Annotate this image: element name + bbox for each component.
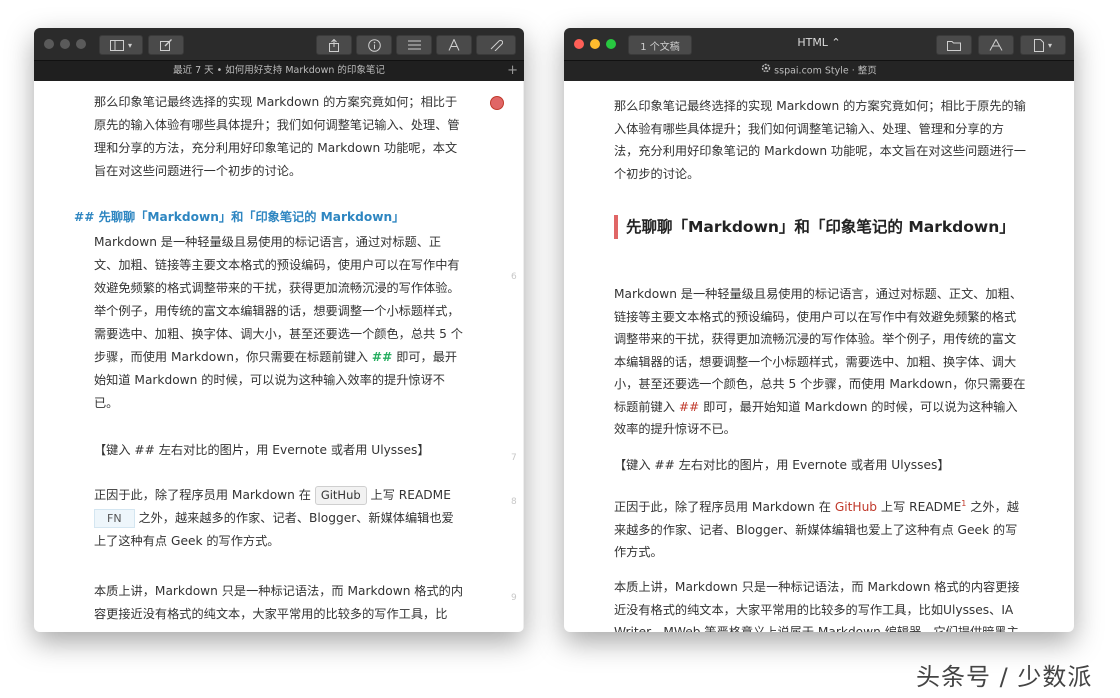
editor-paragraph-github-mid: 上写 README <box>370 488 451 502</box>
editor-window: ▾ 最近 7 天 • 如何用好支持 Markdown 的印象笔记 + 那么印象笔… <box>34 28 524 632</box>
preview-paragraph-markdown-text: Markdown 是一种轻量级且易使用的标记语言，通过对标题、正文、加粗、链接等… <box>614 287 1026 414</box>
open-folder-button[interactable] <box>936 35 972 55</box>
zoom-button[interactable] <box>606 39 616 49</box>
minimize-button[interactable] <box>60 39 70 49</box>
close-button[interactable] <box>574 39 584 49</box>
compose-icon <box>160 39 172 51</box>
window-controls <box>44 39 86 49</box>
preview-paragraph-github: 正因于此，除了程序员用 Markdown 在 GitHub 上写 README1… <box>614 493 1026 564</box>
preview-toolbar: 1 个文稿 HTML ⌃ ▾ <box>564 28 1074 60</box>
style-title: sspai.com Style · 整页 <box>774 65 877 77</box>
editor-heading: ## 先聊聊「Markdown」和「印象笔记的 Markdown」 <box>74 210 405 224</box>
editor-paragraph-github-end: 之外，越来越多的作家、记者、Blogger、新媒体编辑也爱上了这种有点 Geek… <box>94 511 454 548</box>
preview-heading: 先聊聊「Markdown」和「印象笔记的 Markdown」 <box>626 218 1015 236</box>
preview-paragraph-image-note: 【键入 ## 左右对比的图片，用 Evernote 或者用 Ulysses】 <box>614 458 950 472</box>
zoom-button[interactable] <box>76 39 86 49</box>
window-controls <box>574 39 616 49</box>
github-link[interactable]: GitHub <box>835 500 877 514</box>
sidebar-icon <box>109 39 124 51</box>
export-button[interactable]: ▾ <box>1020 35 1066 55</box>
hash-syntax: ## <box>371 350 393 364</box>
attachment-button[interactable] <box>476 35 516 55</box>
minimize-button[interactable] <box>590 39 600 49</box>
inline-code: GitHub <box>314 486 367 505</box>
markdown-editor[interactable]: 那么印象笔记最终选择的实现 Markdown 的方案究竟如何；相比于原先的输入体… <box>34 81 524 632</box>
line-number: 6 <box>511 272 517 282</box>
attachment-icon <box>489 39 503 51</box>
preview-title-bar: sspai.com Style · 整页 <box>564 60 1074 81</box>
preview-paragraph-github-mid: 上写 README <box>880 500 962 515</box>
list-button[interactable] <box>396 35 432 55</box>
editor-paragraph-github: 正因于此，除了程序员用 Markdown 在 GitHub 上写 README F… <box>94 484 464 553</box>
preview-paragraph-intro: 那么印象笔记最终选择的实现 Markdown 的方案究竟如何；相比于原先的输入体… <box>614 99 1026 181</box>
share-icon <box>328 38 340 52</box>
preview-window: 1 个文稿 HTML ⌃ ▾ sspai.com Style · 整页 那么印象… <box>564 28 1074 632</box>
folder-icon <box>947 40 961 51</box>
share-button[interactable] <box>316 35 352 55</box>
editor-paragraph-image-note: 【键入 ## 左右对比的图片，用 Evernote 或者用 Ulysses】 <box>94 443 430 457</box>
editor-paragraph-github-text: 正因于此，除了程序员用 Markdown 在 <box>94 488 311 502</box>
font-icon <box>448 39 460 51</box>
watermark: 头条号 / 少数派 <box>916 663 1093 691</box>
html-preview: 那么印象笔记最终选择的实现 Markdown 的方案究竟如何；相比于原先的输入体… <box>564 81 1074 632</box>
note-subtitle: 最近 7 天 • 如何用好支持 Markdown 的印象笔记 <box>173 65 385 76</box>
preview-paragraph-essence: 本质上讲，Markdown 只是一种标记语法，而 Markdown 格式的内容更… <box>614 580 1020 632</box>
export-icon <box>1033 38 1044 52</box>
list-icon <box>407 40 421 50</box>
gear-icon <box>761 61 771 81</box>
footnote-ref[interactable]: 1 <box>961 499 966 508</box>
editor-scrollbar[interactable] <box>523 81 524 632</box>
chevron-down-icon: ▾ <box>1047 40 1052 50</box>
documents-button[interactable]: 1 个文稿 <box>628 35 692 55</box>
compose-button[interactable] <box>148 35 184 55</box>
editor-toolbar: ▾ <box>34 28 524 60</box>
add-tab-button[interactable]: + <box>507 61 518 81</box>
info-icon <box>367 38 381 52</box>
hash-syntax: ## <box>678 399 700 414</box>
editor-paragraph-essence: 本质上讲，Markdown 只是一种标记语法，而 Markdown 格式的内容更… <box>94 584 464 621</box>
style-button[interactable] <box>978 35 1014 55</box>
preview-heading-block: 先聊聊「Markdown」和「印象笔记的 Markdown」 <box>614 215 1038 239</box>
editor-paragraph-intro: 那么印象笔记最终选择的实现 Markdown 的方案究竟如何；相比于原先的输入体… <box>94 95 460 178</box>
info-button[interactable] <box>356 35 392 55</box>
chevron-down-icon: ▾ <box>127 40 132 50</box>
line-number: 7 <box>511 453 517 463</box>
record-icon[interactable] <box>490 96 504 110</box>
editor-paragraph-markdown: Markdown 是一种轻量级且易使用的标记语言，通过对标题、正文、加粗、链接等… <box>94 231 464 415</box>
note-title-bar: 最近 7 天 • 如何用好支持 Markdown 的印象笔记 + <box>34 60 524 81</box>
line-number: 8 <box>511 497 517 507</box>
sidebar-toggle-button[interactable]: ▾ <box>99 35 143 55</box>
style-icon <box>989 39 1003 51</box>
font-button[interactable] <box>436 35 472 55</box>
preview-paragraph-github-text: 正因于此，除了程序员用 Markdown 在 <box>614 500 831 515</box>
line-number: 9 <box>511 593 517 603</box>
editor-paragraph-markdown-text: Markdown 是一种轻量级且易使用的标记语言，通过对标题、正文、加粗、链接等… <box>94 235 463 364</box>
footnote-tag[interactable]: FN <box>94 509 135 528</box>
format-selector[interactable]: HTML ⌃ <box>774 28 864 58</box>
preview-paragraph-markdown-end: 即可，最开始知道 Markdown 的时候，可以说为这种输入效率的提升惊讶不已。 <box>614 399 1018 437</box>
preview-paragraph-markdown: Markdown 是一种轻量级且易使用的标记语言，通过对标题、正文、加粗、链接等… <box>614 283 1026 441</box>
close-button[interactable] <box>44 39 54 49</box>
